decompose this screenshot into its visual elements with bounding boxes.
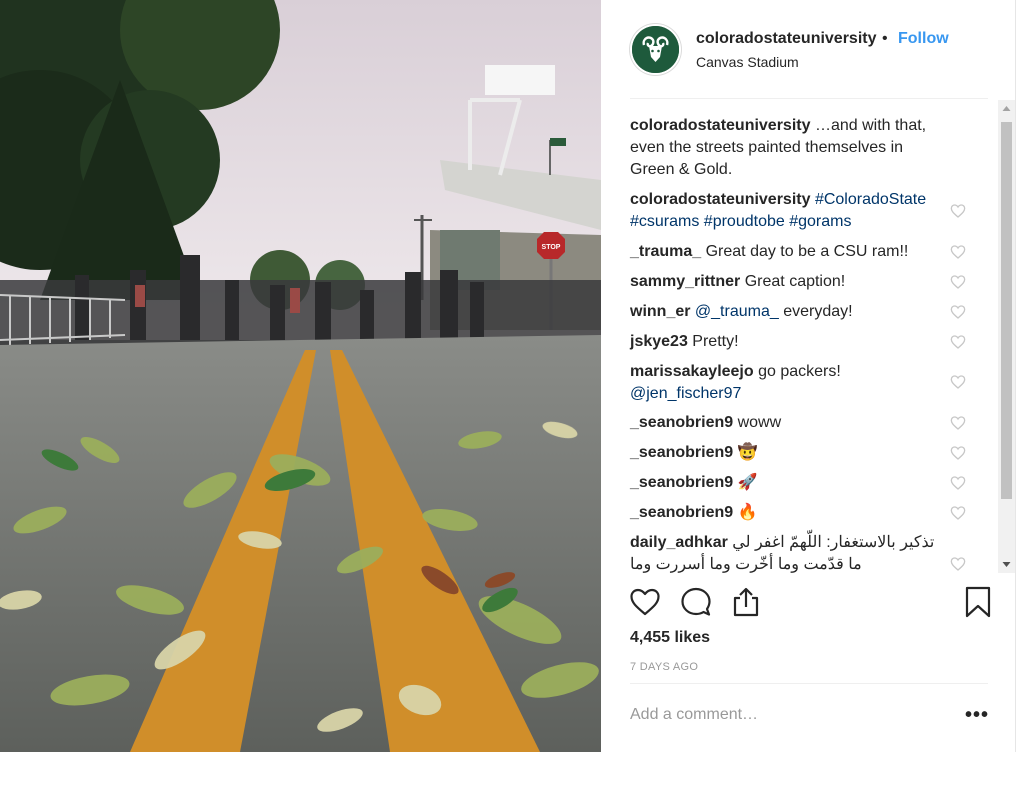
scrollbar-thumb[interactable]	[1001, 122, 1012, 499]
list-item: marissakayleejo go packers! @jen_fischer9…	[630, 361, 950, 405]
comment-user[interactable]: _seanobrien9	[630, 474, 733, 491]
list-item: _seanobrien9 🤠	[630, 442, 950, 464]
heart-icon[interactable]	[950, 415, 966, 431]
post-username[interactable]: coloradostateuniversity	[696, 30, 877, 48]
photo-illustration: STOP	[0, 0, 601, 752]
follow-button[interactable]: Follow	[898, 30, 949, 48]
comment-divider	[630, 683, 988, 684]
comment-user[interactable]: coloradostateuniversity	[630, 191, 811, 208]
list-item: sammy_rittner Great caption!	[630, 271, 950, 293]
scroll-up-arrow-icon[interactable]	[998, 100, 1015, 117]
list-item: coloradostateuniversity #ColoradoState #…	[630, 189, 940, 233]
heart-icon[interactable]	[950, 475, 966, 491]
scroll-down-arrow-icon[interactable]	[998, 555, 1015, 573]
comments-list[interactable]: coloradostateuniversity …and with that, …	[601, 100, 1016, 573]
comment-text: Great day to be a CSU ram!!	[701, 243, 909, 260]
comment-user[interactable]: jskye23	[630, 333, 688, 350]
bookmark-icon[interactable]	[961, 585, 995, 619]
heart-icon[interactable]	[950, 274, 966, 290]
list-item: daily_adhkar تذكير بالاستغفار: اللّهمّ ا…	[630, 532, 950, 573]
rocket-emoji-icon: 🚀	[733, 474, 758, 491]
cowboy-emoji-icon: 🤠	[733, 444, 758, 461]
comment-text: Pretty!	[687, 333, 739, 350]
list-item: winn_er @_trauma_ everyday!	[630, 301, 950, 323]
heart-icon[interactable]	[950, 244, 966, 260]
heart-icon[interactable]	[950, 374, 966, 390]
ram-logo-icon	[632, 26, 679, 73]
post-header: coloradostateuniversity • Follow Canvas …	[601, 0, 1016, 98]
comment-user[interactable]: _seanobrien9	[630, 504, 733, 521]
comment-text: go packers!	[753, 363, 841, 380]
comment-user[interactable]: daily_adhkar	[630, 534, 728, 551]
heart-icon[interactable]	[950, 334, 966, 350]
post-actions-bar	[601, 585, 1016, 621]
post-location[interactable]: Canvas Stadium	[696, 54, 799, 70]
header-divider	[630, 98, 988, 99]
stop-sign-text: STOP	[542, 244, 561, 251]
comment-user[interactable]: coloradostateuniversity	[630, 117, 811, 134]
post-side-panel: coloradostateuniversity • Follow Canvas …	[601, 0, 1016, 752]
list-item: _seanobrien9 🔥	[630, 502, 950, 524]
heart-icon[interactable]	[950, 445, 966, 461]
comments-scrollbar[interactable]	[998, 100, 1015, 573]
comment-mention[interactable]: @jen_fischer97	[630, 385, 741, 402]
like-count[interactable]: 4,455 likes	[630, 629, 710, 647]
heart-icon[interactable]	[950, 556, 966, 572]
caption: coloradostateuniversity …and with that, …	[630, 115, 950, 181]
post-photo: STOP	[0, 0, 601, 752]
comment-user[interactable]: marissakayleejo	[630, 363, 754, 380]
header-separator: •	[882, 30, 888, 47]
list-item: jskye23 Pretty!	[630, 331, 950, 353]
comment-user[interactable]: winn_er	[630, 303, 690, 320]
list-item: _seanobrien9 🚀	[630, 472, 950, 494]
comment-user[interactable]: _seanobrien9	[630, 444, 733, 461]
comment-mention[interactable]: @_trauma_	[690, 303, 779, 320]
comment-text: everyday!	[778, 303, 853, 320]
heart-icon[interactable]	[628, 585, 662, 619]
heart-icon[interactable]	[950, 505, 966, 521]
comment-text: woww	[733, 414, 782, 431]
post-timestamp[interactable]: 7 DAYS AGO	[630, 661, 698, 673]
comment-user[interactable]: _trauma_	[630, 243, 701, 260]
more-options-button[interactable]: •••	[965, 704, 989, 727]
share-icon[interactable]	[729, 585, 763, 619]
list-item: _trauma_ Great day to be a CSU ram!!	[630, 241, 950, 263]
list-item: _seanobrien9 woww	[630, 412, 950, 434]
avatar[interactable]	[630, 24, 681, 75]
heart-icon[interactable]	[950, 304, 966, 320]
add-comment-input[interactable]: Add a comment…	[630, 706, 930, 724]
comment-user[interactable]: _seanobrien9	[630, 414, 733, 431]
comment-text: Great caption!	[740, 273, 846, 290]
fire-emoji-icon: 🔥	[733, 504, 758, 521]
comment-bubble-icon[interactable]	[679, 585, 713, 619]
comment-user[interactable]: sammy_rittner	[630, 273, 740, 290]
heart-icon[interactable]	[950, 203, 966, 219]
